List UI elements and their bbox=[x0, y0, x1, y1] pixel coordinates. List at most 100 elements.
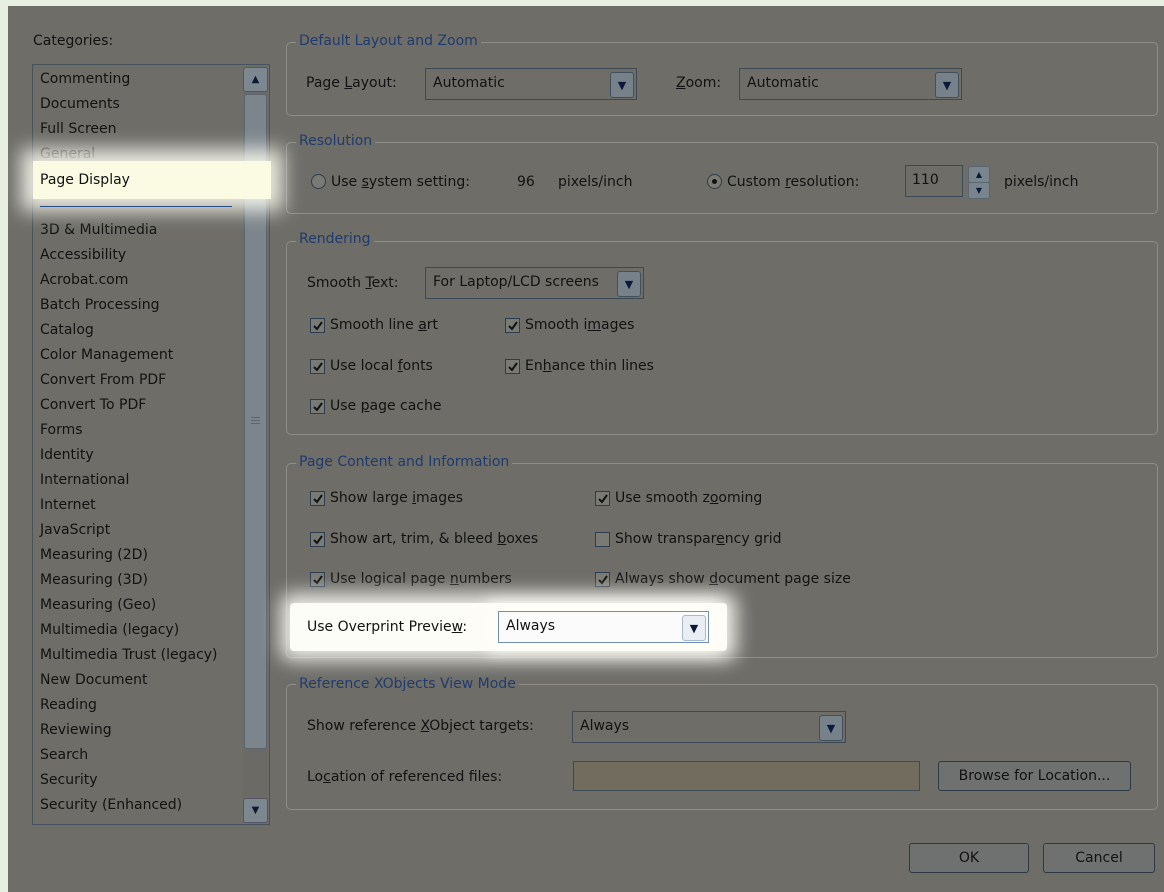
use-local-fonts-checkbox[interactable] bbox=[310, 359, 325, 374]
smooth-line-art-checkbox[interactable] bbox=[310, 318, 325, 333]
checkmark-icon bbox=[508, 321, 518, 331]
category-item-selected[interactable]: Page Display bbox=[33, 161, 271, 199]
chevron-down-icon[interactable]: ▼ bbox=[682, 615, 706, 641]
smooth-text-label: Smooth Text: bbox=[307, 275, 399, 291]
scroll-down-icon[interactable]: ▼ bbox=[243, 798, 268, 823]
always-show-page-size-checkbox[interactable] bbox=[595, 572, 610, 587]
show-large-images-label: Show large images bbox=[330, 490, 464, 506]
category-item[interactable]: Measuring (3D) bbox=[40, 572, 148, 588]
show-art-trim-label: Show art, trim, & bleed boxes bbox=[330, 531, 539, 547]
always-show-page-size-label: Always show document page size bbox=[615, 571, 851, 587]
category-item[interactable]: Reviewing bbox=[40, 722, 112, 738]
use-logical-page-numbers-checkbox[interactable] bbox=[310, 572, 325, 587]
category-item[interactable]: Reading bbox=[40, 697, 97, 713]
category-item[interactable]: Full Screen bbox=[40, 121, 117, 137]
spin-down-icon[interactable]: ▼ bbox=[968, 182, 990, 199]
category-item[interactable]: Acrobat.com bbox=[40, 272, 128, 288]
show-transparency-grid-label: Show transparency grid bbox=[615, 531, 782, 547]
show-art-trim-checkbox[interactable] bbox=[310, 532, 325, 547]
checkmark-icon bbox=[313, 402, 323, 412]
smooth-images-label: Smooth images bbox=[525, 317, 635, 333]
xobjects-title: Reference XObjects View Mode bbox=[296, 676, 519, 692]
category-item[interactable]: Security bbox=[40, 772, 98, 788]
categories-label: Categories: bbox=[33, 33, 114, 49]
category-item[interactable]: Color Management bbox=[40, 347, 173, 363]
checkmark-icon bbox=[313, 362, 323, 372]
category-item[interactable]: 3D & Multimedia bbox=[40, 222, 157, 238]
category-item[interactable]: JavaScript bbox=[40, 522, 110, 538]
category-item[interactable]: Search bbox=[40, 747, 88, 763]
show-transparency-grid-checkbox[interactable] bbox=[595, 532, 610, 547]
chevron-down-icon[interactable]: ▼ bbox=[935, 72, 959, 98]
category-item[interactable]: International bbox=[40, 472, 129, 488]
checkmark-icon bbox=[313, 494, 323, 504]
enhance-thin-lines-checkbox[interactable] bbox=[505, 359, 520, 374]
enhance-thin-lines-label: Enhance thin lines bbox=[525, 358, 654, 374]
custom-resolution-input[interactable]: 110 bbox=[905, 165, 963, 197]
page-layout-select[interactable]: Automatic ▼ bbox=[425, 68, 637, 100]
checkmark-icon bbox=[508, 362, 518, 372]
category-item[interactable]: Multimedia (legacy) bbox=[40, 622, 179, 638]
use-local-fonts-label: Use local fonts bbox=[330, 358, 433, 374]
chevron-down-icon[interactable]: ▼ bbox=[819, 715, 843, 741]
xobject-targets-label: Show reference XObject targets: bbox=[307, 718, 534, 734]
category-item[interactable]: Measuring (2D) bbox=[40, 547, 148, 563]
overprint-preview-label: Use Overprint Preview: bbox=[307, 619, 468, 635]
smooth-text-select[interactable]: For Laptop/LCD screens ▼ bbox=[425, 267, 644, 299]
use-page-cache-label: Use page cache bbox=[330, 398, 442, 414]
smooth-images-checkbox[interactable] bbox=[505, 318, 520, 333]
category-item[interactable]: Security (Enhanced) bbox=[40, 797, 182, 813]
category-item[interactable]: General bbox=[40, 146, 95, 162]
category-item[interactable]: New Document bbox=[40, 672, 148, 688]
category-item[interactable]: Catalog bbox=[40, 322, 94, 338]
category-item[interactable]: Identity bbox=[40, 447, 94, 463]
custom-resolution-radio[interactable] bbox=[707, 174, 722, 189]
custom-resolution-label: Custom resolution: bbox=[727, 174, 860, 190]
custom-resolution-unit: pixels/inch bbox=[1004, 174, 1079, 190]
smooth-line-art-label: Smooth line art bbox=[330, 317, 439, 333]
spin-up-icon[interactable]: ▲ bbox=[968, 166, 990, 183]
category-item[interactable]: Commenting bbox=[40, 71, 130, 87]
chevron-down-icon[interactable]: ▼ bbox=[610, 72, 634, 98]
system-resolution-unit: pixels/inch bbox=[558, 174, 633, 190]
system-setting-radio[interactable] bbox=[311, 174, 326, 189]
category-item[interactable]: Accessibility bbox=[40, 247, 126, 263]
checkmark-icon bbox=[598, 494, 608, 504]
rendering-title: Rendering bbox=[296, 231, 374, 247]
zoom-select[interactable]: Automatic ▼ bbox=[739, 68, 962, 100]
category-item[interactable]: Forms bbox=[40, 422, 83, 438]
location-input[interactable] bbox=[573, 761, 920, 791]
categories-list[interactable]: Commenting Documents Full Screen General Pag… bbox=[32, 64, 271, 825]
use-page-cache-checkbox[interactable] bbox=[310, 399, 325, 414]
layout-zoom-title: Default Layout and Zoom bbox=[296, 33, 481, 49]
category-item[interactable]: Multimedia Trust (legacy) bbox=[40, 647, 218, 663]
location-label: Location of referenced files: bbox=[307, 769, 503, 785]
system-setting-label: Use system setting: bbox=[331, 174, 470, 190]
checkmark-icon bbox=[313, 575, 323, 585]
scroll-up-icon[interactable]: ▲ bbox=[243, 67, 268, 92]
checkmark-icon bbox=[598, 575, 608, 585]
zoom-label: Zoom: bbox=[676, 75, 722, 91]
category-item[interactable]: Measuring (Geo) bbox=[40, 597, 156, 613]
layout-zoom-group bbox=[286, 42, 1158, 116]
category-item[interactable]: Batch Processing bbox=[40, 297, 159, 313]
xobjects-group bbox=[286, 684, 1158, 810]
cancel-button[interactable]: Cancel bbox=[1043, 843, 1155, 873]
show-large-images-checkbox[interactable] bbox=[310, 491, 325, 506]
xobject-targets-select[interactable]: Always ▼ bbox=[572, 711, 846, 743]
ok-button[interactable]: OK bbox=[909, 843, 1029, 873]
category-item[interactable]: Documents bbox=[40, 96, 120, 112]
system-resolution-value: 96 bbox=[517, 174, 535, 190]
category-item[interactable]: Internet bbox=[40, 497, 96, 513]
use-smooth-zooming-checkbox[interactable] bbox=[595, 491, 610, 506]
browse-location-button[interactable]: Browse for Location... bbox=[938, 761, 1131, 791]
use-smooth-zooming-label: Use smooth zooming bbox=[615, 490, 763, 506]
checkmark-icon bbox=[313, 321, 323, 331]
resolution-title: Resolution bbox=[296, 133, 376, 149]
overprint-preview-select[interactable]: Always ▼ bbox=[498, 611, 709, 643]
category-item[interactable]: Convert From PDF bbox=[40, 372, 166, 388]
category-item[interactable]: Convert To PDF bbox=[40, 397, 146, 413]
chevron-down-icon[interactable]: ▼ bbox=[617, 271, 641, 297]
page-layout-label: Page Layout: bbox=[306, 75, 397, 91]
category-separator bbox=[40, 206, 232, 207]
